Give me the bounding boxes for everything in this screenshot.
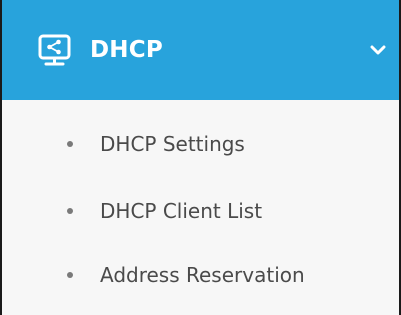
- menu-section-dhcp[interactable]: DHCP: [2, 0, 399, 100]
- submenu-item-label: DHCP Settings: [100, 132, 245, 156]
- menu-section-title: DHCP: [90, 37, 163, 63]
- bullet-icon: [67, 272, 73, 278]
- submenu-item-dhcp-client-list[interactable]: DHCP Client List: [2, 191, 399, 231]
- sidebar-menu: DHCP DHCP Settings DHCP Client List Addr…: [0, 0, 401, 315]
- submenu-item-label: Address Reservation: [100, 263, 305, 287]
- submenu-item-dhcp-settings[interactable]: DHCP Settings: [2, 124, 399, 164]
- bullet-icon: [67, 208, 73, 214]
- monitor-share-icon: [38, 34, 71, 65]
- bullet-icon: [67, 141, 73, 147]
- chevron-down-icon[interactable]: [369, 41, 387, 59]
- dhcp-submenu: DHCP Settings DHCP Client List Address R…: [2, 100, 399, 315]
- submenu-item-label: DHCP Client List: [100, 199, 263, 223]
- submenu-item-address-reservation[interactable]: Address Reservation: [2, 255, 399, 295]
